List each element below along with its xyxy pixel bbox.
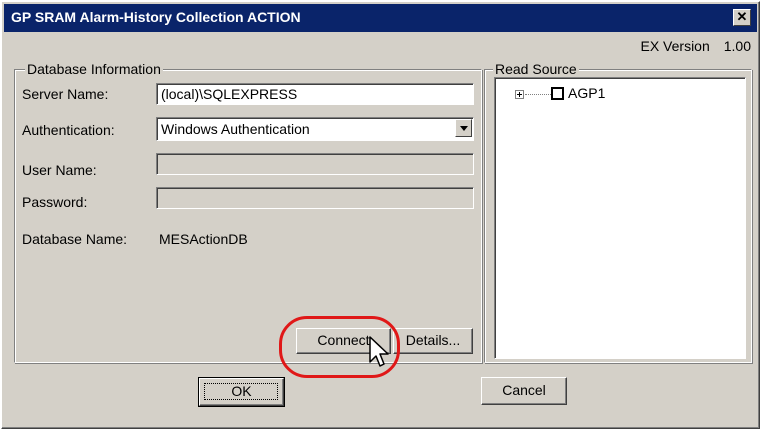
version-label: EX Version bbox=[640, 38, 710, 54]
focus-rectangle bbox=[204, 383, 278, 400]
chevron-down-icon[interactable] bbox=[455, 119, 472, 137]
window-title: GP SRAM Alarm-History Collection ACTION bbox=[11, 9, 301, 25]
ok-button[interactable]: OK bbox=[198, 377, 285, 407]
authentication-label: Authentication: bbox=[22, 122, 115, 138]
expand-plus-icon[interactable] bbox=[515, 90, 524, 99]
database-info-legend: Database Information bbox=[25, 61, 163, 77]
server-name-input[interactable]: (local)\SQLEXPRESS bbox=[156, 83, 474, 105]
tree-item-label: AGP1 bbox=[568, 85, 606, 101]
authentication-value: Windows Authentication bbox=[161, 121, 310, 137]
cancel-button[interactable]: Cancel bbox=[481, 377, 567, 405]
password-input[interactable] bbox=[156, 187, 474, 209]
tree-item-checkbox[interactable] bbox=[551, 87, 564, 100]
server-name-label: Server Name: bbox=[22, 86, 109, 102]
title-bar[interactable]: GP SRAM Alarm-History Collection ACTION … bbox=[4, 4, 757, 32]
details-button-label: Details... bbox=[405, 332, 461, 348]
read-source-tree[interactable]: AGP1 bbox=[494, 77, 746, 359]
database-name-value: MESActionDB bbox=[159, 231, 248, 247]
tree-connector-line bbox=[525, 94, 551, 95]
database-info-group: Database Information bbox=[14, 61, 482, 363]
user-name-label: User Name: bbox=[22, 162, 97, 178]
version-info: EX Version 1.00 bbox=[640, 38, 751, 54]
cancel-button-label: Cancel bbox=[502, 382, 546, 398]
database-name-label: Database Name: bbox=[22, 231, 128, 247]
mouse-cursor-icon bbox=[369, 336, 389, 367]
close-button[interactable]: ✕ bbox=[733, 9, 751, 26]
read-source-legend: Read Source bbox=[493, 61, 579, 77]
close-icon: ✕ bbox=[736, 9, 748, 24]
details-button[interactable]: Details... bbox=[393, 328, 473, 354]
authentication-select[interactable]: Windows Authentication bbox=[156, 117, 474, 141]
password-label: Password: bbox=[22, 194, 88, 210]
version-value: 1.00 bbox=[723, 38, 751, 54]
user-name-input[interactable] bbox=[156, 153, 474, 175]
